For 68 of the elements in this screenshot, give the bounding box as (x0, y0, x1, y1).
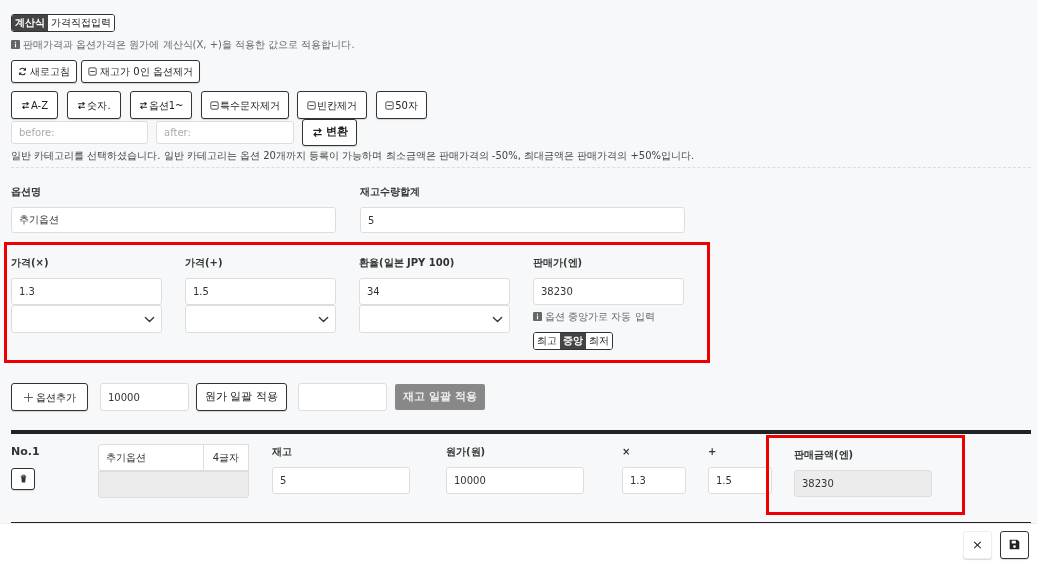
mode-tab[interactable]: 계산식 (12, 15, 48, 31)
field-label: 판매금액(엔) (794, 448, 855, 462)
swap-arrows-icon (311, 127, 323, 138)
text-field[interactable]: 1.5 (708, 467, 772, 494)
price-choice[interactable]: 최저 (586, 333, 612, 349)
text-field[interactable]: 38230 (794, 470, 932, 497)
swap-arrows-icon (138, 100, 148, 110)
option-name-field[interactable]: 추기옵션 (98, 444, 204, 471)
info-icon (533, 312, 542, 321)
hint-text: 옵션 중앙가로 자동 입력 (545, 310, 655, 324)
swap-arrows-icon (77, 100, 87, 110)
text-field[interactable]: 34 (359, 278, 510, 305)
text-field[interactable]: 추기옵션 (11, 207, 336, 233)
trash-icon (18, 474, 28, 483)
edit-button[interactable]: 특수문자제거 (201, 91, 289, 119)
field-label: 가격(+) (185, 256, 224, 270)
convert-button[interactable]: 변환 (302, 119, 357, 146)
after-field[interactable]: after: (156, 121, 294, 144)
minus-square-icon (307, 100, 316, 110)
edit-button[interactable]: A-Z (11, 91, 58, 119)
field-label: 판매가(엔) (533, 256, 584, 270)
field-label: 옵션명 (11, 185, 42, 199)
edit-button[interactable]: 빈칸제거 (297, 91, 367, 119)
stock-field[interactable] (298, 383, 387, 411)
length-count: 4글자 (204, 444, 249, 471)
info-icon (11, 40, 20, 49)
save-button[interactable] (1000, 530, 1029, 559)
text-field[interactable]: 38230 (533, 278, 684, 305)
edit-button[interactable]: 50자 (376, 91, 427, 119)
text-field[interactable]: 1.5 (185, 278, 336, 305)
refresh-icon (18, 67, 27, 76)
save-icon (1009, 539, 1020, 550)
text-field[interactable]: 1.3 (11, 278, 162, 305)
edit-button[interactable]: 옵션1~ (130, 91, 192, 119)
dropdown-select[interactable] (359, 305, 510, 333)
edit-button[interactable]: 숫자. (67, 91, 121, 119)
price-choice[interactable]: 중앙 (560, 333, 586, 349)
field-label: 가격(×) (11, 256, 50, 270)
tool-button[interactable]: 새로고침 (11, 60, 77, 83)
tool-button[interactable]: 재고가 0인 옵션제거 (81, 60, 200, 83)
add-option-button[interactable]: 옵션추가 (11, 383, 88, 411)
minus-square-icon (88, 67, 97, 76)
field-label: 원가(원) (446, 445, 487, 459)
text-field[interactable]: 10000 (446, 467, 584, 494)
info-text: 판매가격과 옵션가격은 원가에 계산식(X, +)을 적용한 값으로 적용합니다. (23, 38, 355, 52)
apply-cost-button[interactable]: 원가 일괄 적용 (196, 383, 287, 411)
mode-tab[interactable]: 가격직접입력 (48, 15, 114, 31)
close-button[interactable]: × (963, 530, 992, 559)
text-field[interactable]: 5 (360, 207, 685, 233)
minus-square-icon (385, 100, 395, 110)
cost-field[interactable]: 10000 (100, 383, 189, 411)
dropdown-select[interactable] (11, 305, 162, 333)
text-field[interactable]: 5 (272, 467, 410, 494)
field-label: 재고 (272, 445, 293, 459)
field-label: 재고수량합계 (360, 185, 421, 199)
field-label: × (622, 445, 632, 459)
plus-icon (23, 392, 33, 402)
field-label: + (708, 445, 718, 459)
category-notice: 일반 카테고리를 선택하셨습니다. 일반 카테고리는 옵션 20개까지 등록이 가능하며 최소금액은 판매가격의 -50%, 최대금액은 판매가격의 +50%입니다. (11, 148, 1031, 168)
price-choice[interactable]: 최고 (534, 333, 560, 349)
option-number: No.1 (11, 444, 41, 460)
before-field[interactable]: before: (11, 121, 148, 144)
minus-square-icon (210, 100, 219, 110)
swap-arrows-icon (20, 100, 30, 110)
text-field[interactable]: 1.3 (622, 467, 686, 494)
delete-button[interactable] (11, 467, 35, 490)
dropdown-select[interactable] (185, 305, 336, 333)
field-label: 환율(일본 JPY 100) (359, 256, 456, 270)
